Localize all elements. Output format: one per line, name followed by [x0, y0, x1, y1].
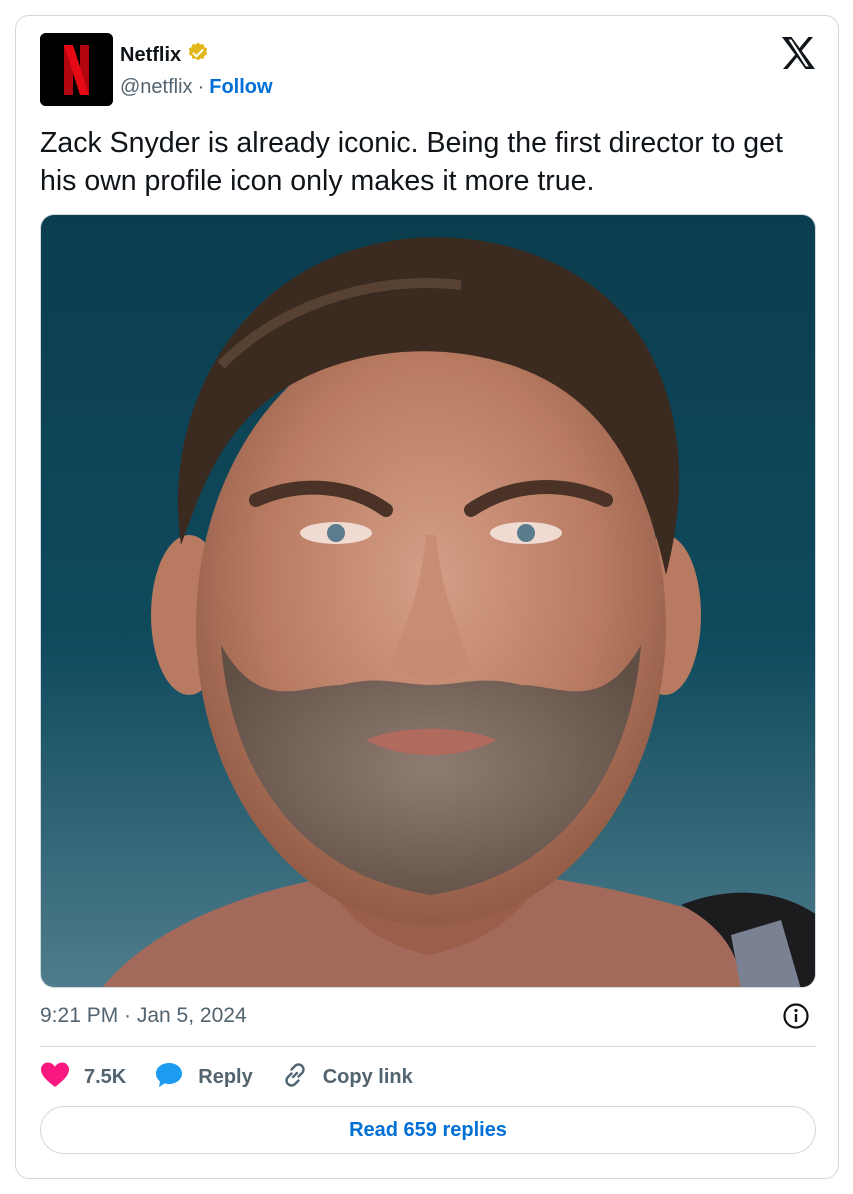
avatar[interactable]	[40, 33, 113, 106]
handle-row: @netflix · Follow	[120, 76, 273, 99]
tweet-card: Netflix @netflix · Follow Zack Snyder is…	[15, 15, 839, 1179]
reply-label: Reply	[198, 1065, 253, 1088]
account-name[interactable]: Netflix	[120, 44, 181, 67]
link-icon	[281, 1061, 309, 1094]
account-handle[interactable]: @netflix	[120, 76, 193, 99]
tweet-timestamp[interactable]: 9:21 PM · Jan 5, 2024	[40, 1004, 247, 1028]
read-replies-button[interactable]: Read 659 replies	[40, 1106, 816, 1154]
heart-icon	[40, 1061, 70, 1094]
verified-badge-icon	[186, 41, 210, 70]
name-row: Netflix	[120, 41, 210, 70]
separator: ·	[197, 76, 205, 98]
speech-bubble-icon	[154, 1061, 184, 1094]
tweet-photo[interactable]	[40, 214, 816, 988]
action-bar: 7.5K Reply Copy link	[40, 1062, 441, 1092]
reply-button[interactable]: Reply	[154, 1061, 253, 1094]
netflix-logo-icon	[40, 33, 113, 106]
x-logo-icon[interactable]	[780, 36, 816, 75]
copy-link-button[interactable]: Copy link	[281, 1061, 413, 1094]
portrait-image	[41, 215, 815, 987]
divider	[40, 1046, 816, 1047]
tweet-text: Zack Snyder is already iconic. Being the…	[40, 127, 783, 197]
like-button[interactable]: 7.5K	[40, 1061, 126, 1094]
like-count: 7.5K	[84, 1065, 127, 1088]
copy-link-label: Copy link	[322, 1065, 413, 1088]
follow-button[interactable]: Follow	[209, 76, 272, 99]
info-icon[interactable]	[782, 1002, 810, 1035]
